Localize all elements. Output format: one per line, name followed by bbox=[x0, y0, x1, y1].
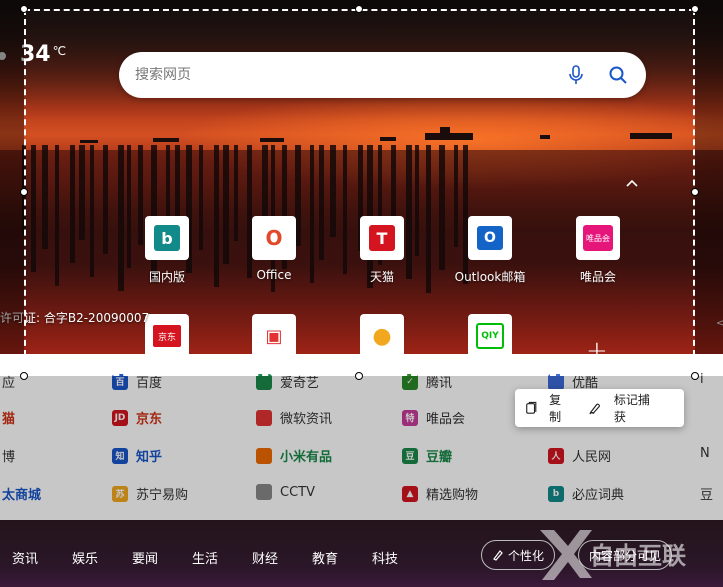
search-bar[interactable] bbox=[119, 52, 646, 98]
chevron-up-icon[interactable] bbox=[625, 176, 639, 192]
office-icon: O bbox=[252, 216, 296, 260]
resize-handle[interactable] bbox=[20, 188, 28, 196]
nav-item-news[interactable]: 资讯 bbox=[12, 548, 38, 567]
copy-button[interactable]: 复制 bbox=[525, 391, 570, 425]
pier-post bbox=[90, 145, 94, 277]
search-input[interactable] bbox=[135, 67, 546, 83]
outlook-icon: O bbox=[468, 216, 512, 260]
tmall-icon: T bbox=[360, 216, 404, 260]
annotate-button[interactable]: 标记捕获 bbox=[588, 391, 656, 425]
tile-office[interactable]: O Office bbox=[224, 216, 324, 282]
resize-handle[interactable] bbox=[20, 372, 28, 380]
tile-label: 国内版 bbox=[148, 270, 185, 284]
resize-handle[interactable] bbox=[691, 188, 699, 196]
tile-label: 唯品会 bbox=[579, 270, 616, 284]
suning-icon: ● bbox=[360, 314, 404, 358]
copy-icon bbox=[526, 401, 537, 414]
bing-icon: b bbox=[145, 216, 189, 260]
copy-label: 复制 bbox=[549, 393, 562, 424]
tile-outlook[interactable]: O Outlook邮箱 bbox=[440, 216, 540, 285]
nav-item-lifestyle[interactable]: 生活 bbox=[192, 548, 218, 567]
resize-handle[interactable] bbox=[355, 372, 363, 380]
tile-label: 天猫 bbox=[369, 270, 394, 284]
pen-icon bbox=[589, 403, 600, 415]
pier-post bbox=[103, 145, 108, 254]
nav-item-tech[interactable]: 科技 bbox=[372, 548, 398, 567]
vipshop-icon: 唯品会 bbox=[576, 216, 620, 260]
personalize-label: 个性化 bbox=[508, 548, 545, 563]
svg-text:自由互联: 自由互联 bbox=[590, 542, 686, 570]
temperature-value: 34 bbox=[20, 42, 51, 67]
tile-label: Outlook邮箱 bbox=[454, 270, 526, 284]
tile-label: Office bbox=[256, 268, 292, 282]
nav-item-education[interactable]: 教育 bbox=[312, 548, 338, 567]
news-icon: ▣ bbox=[252, 314, 296, 358]
iqiyi-icon: QIY bbox=[468, 314, 512, 358]
jd-icon: 京东 bbox=[145, 314, 189, 358]
resize-handle[interactable] bbox=[691, 372, 699, 380]
bottom-nav: 资讯 娱乐 要闻 生活 财经 教育 科技 个性化 内容部分可见 自由互联 bbox=[0, 520, 723, 587]
search-icon[interactable] bbox=[606, 63, 630, 87]
dim-overlay-left bbox=[0, 9, 24, 354]
tile-iqiyi[interactable]: QIY bbox=[440, 314, 540, 358]
tile-news[interactable]: ▣ bbox=[224, 314, 324, 358]
pier-post bbox=[42, 145, 48, 249]
tile-bing[interactable]: b 国内版 bbox=[117, 216, 217, 285]
annotate-label: 标记捕获 bbox=[613, 393, 650, 424]
microphone-icon[interactable] bbox=[564, 63, 588, 87]
tile-suning[interactable]: ● bbox=[332, 314, 432, 358]
capture-toolbar: 复制 标记捕获 bbox=[515, 389, 684, 427]
pier-post bbox=[79, 145, 85, 240]
dim-overlay-right bbox=[695, 9, 723, 354]
temperature-unit: ℃ bbox=[52, 44, 67, 58]
pier-post bbox=[55, 145, 59, 286]
resize-handle[interactable] bbox=[20, 5, 28, 13]
resize-handle[interactable] bbox=[691, 5, 699, 13]
nav-item-entertainment[interactable]: 娱乐 bbox=[72, 548, 98, 567]
pencil-icon bbox=[493, 550, 503, 561]
watermark-logo: 自由互联 bbox=[540, 530, 686, 580]
nav-item-finance[interactable]: 财经 bbox=[252, 548, 278, 567]
resize-handle[interactable] bbox=[355, 5, 363, 13]
nav-item-headlines[interactable]: 要闻 bbox=[132, 548, 158, 567]
tile-vipshop[interactable]: 唯品会 唯品会 bbox=[548, 216, 648, 285]
pier-post bbox=[70, 145, 75, 263]
tile-tmall[interactable]: T 天猫 bbox=[332, 216, 432, 285]
pier-post bbox=[31, 145, 36, 272]
